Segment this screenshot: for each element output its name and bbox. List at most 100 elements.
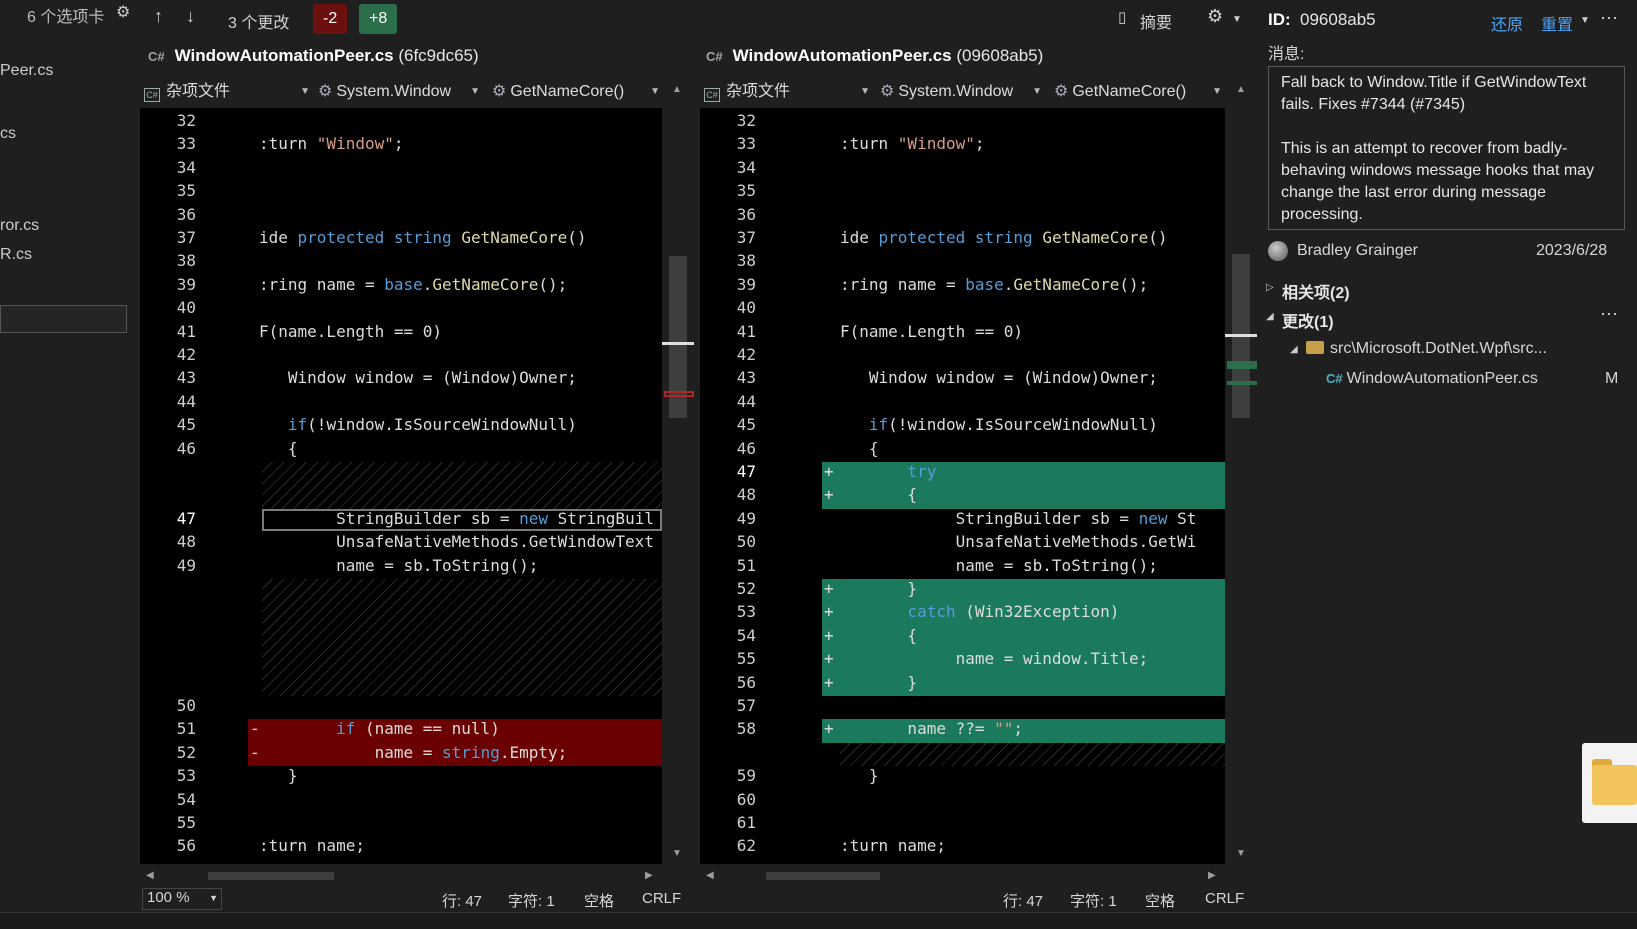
right-nav-type-dropdown[interactable]: ⚙ System.Window ▼ bbox=[880, 78, 1042, 106]
code-line[interactable]: :turn name; bbox=[840, 836, 946, 855]
code-line[interactable]: Window window = (Window)Owner; bbox=[840, 368, 1158, 387]
scroll-left-icon[interactable]: ◀ bbox=[146, 870, 154, 881]
code-line[interactable]: if(!window.IsSourceWindowNull) bbox=[840, 415, 1158, 434]
code-line[interactable]: if (name == null) bbox=[259, 719, 500, 738]
right-whitespace-indicator[interactable]: 空格 bbox=[1145, 890, 1175, 911]
changed-folder-item[interactable]: src\Microsoft.DotNet.Wpf\src... bbox=[1306, 340, 1547, 358]
scroll-up-icon[interactable]: ▲ bbox=[672, 84, 682, 95]
left-nav-type-dropdown[interactable]: ⚙ System.Window ▼ bbox=[318, 78, 480, 106]
changed-file-item[interactable]: C# WindowAutomationPeer.cs bbox=[1326, 370, 1538, 388]
code-line[interactable]: :ring name = base.GetNameCore(); bbox=[259, 275, 567, 294]
code-line[interactable]: :turn "Window"; bbox=[840, 134, 985, 153]
code-line[interactable]: UnsafeNativeMethods.GetWi bbox=[840, 532, 1197, 551]
line-number: 37 bbox=[176, 228, 196, 247]
arrow-down-icon[interactable]: ↓ bbox=[186, 6, 195, 27]
code-line[interactable]: StringBuilder sb = new StringBuil bbox=[259, 509, 654, 528]
code-line[interactable]: :turn name; bbox=[259, 836, 365, 855]
scroll-right-icon[interactable]: ▶ bbox=[1208, 870, 1216, 881]
tab-file-2[interactable]: cs bbox=[0, 125, 16, 143]
arrow-up-icon[interactable]: ↑ bbox=[154, 6, 163, 27]
code-line[interactable]: } bbox=[840, 579, 917, 598]
left-eol-indicator[interactable]: CRLF bbox=[642, 890, 681, 907]
code-line[interactable]: name ??= ""; bbox=[840, 719, 1023, 738]
line-number: 42 bbox=[736, 345, 756, 364]
right-nav-member-dropdown[interactable]: ⚙ GetNameCore() ▼ bbox=[1054, 78, 1222, 106]
left-char-indicator[interactable]: 字符: 1 bbox=[508, 890, 555, 911]
settings-gear-icon[interactable]: ⚙ bbox=[1207, 6, 1223, 27]
right-nav-project-dropdown[interactable]: C# 杂项文件 ▼ bbox=[704, 78, 870, 106]
zoom-dropdown[interactable]: 100 % ▼ bbox=[142, 888, 222, 910]
related-items-header[interactable]: 相关项(2) bbox=[1282, 279, 1350, 303]
left-horizontal-scrollbar[interactable]: ◀ ▶ bbox=[140, 866, 662, 886]
commit-message-box[interactable]: Fall back to Window.Title if GetWindowTe… bbox=[1268, 66, 1625, 230]
code-line[interactable]: ide protected string GetNameCore() bbox=[259, 228, 587, 247]
left-hscroll-thumb[interactable] bbox=[208, 872, 334, 880]
code-line[interactable]: F(name.Length == 0) bbox=[840, 322, 1023, 341]
code-line[interactable]: { bbox=[840, 485, 917, 504]
tabs-count-label[interactable]: 6 个选项卡 bbox=[27, 3, 104, 27]
scroll-up-icon[interactable]: ▲ bbox=[1236, 84, 1246, 95]
tab-file-4[interactable]: R.cs bbox=[0, 246, 32, 264]
code-line[interactable]: } bbox=[840, 673, 917, 692]
line-number: 52 bbox=[736, 579, 756, 598]
tab-file-1[interactable]: Peer.cs bbox=[0, 62, 53, 80]
line-number: 32 bbox=[176, 111, 196, 130]
right-line-indicator[interactable]: 行: 47 bbox=[1003, 890, 1043, 911]
left-nav-bar: C# 杂项文件 ▼ ⚙ System.Window ▼ ⚙ GetNameCore() ▼ bbox=[140, 78, 668, 106]
code-line[interactable]: name = sb.ToString(); bbox=[259, 556, 538, 575]
code-line[interactable]: { bbox=[840, 626, 917, 645]
reset-link[interactable]: 重置 bbox=[1541, 11, 1573, 35]
code-line[interactable]: } bbox=[840, 766, 879, 785]
line-number: 53 bbox=[176, 766, 196, 786]
changes-header[interactable]: 更改(1) bbox=[1282, 308, 1334, 332]
settings-dropdown-icon[interactable]: ▼ bbox=[1232, 14, 1242, 25]
code-line[interactable]: :ring name = base.GetNameCore(); bbox=[840, 275, 1148, 294]
right-eol-indicator[interactable]: CRLF bbox=[1205, 890, 1244, 907]
collapse-folder-icon[interactable]: ◢ bbox=[1290, 344, 1298, 355]
summary-button[interactable]: 摘要 bbox=[1140, 9, 1172, 33]
tab-filter-input[interactable] bbox=[0, 305, 127, 333]
tab-file-3[interactable]: ror.cs bbox=[0, 217, 39, 235]
revert-link[interactable]: 还原 bbox=[1491, 11, 1523, 35]
collapse-changes-icon[interactable]: ◢ bbox=[1266, 311, 1274, 322]
line-number: 34 bbox=[176, 157, 196, 177]
right-vertical-scrollbar[interactable]: ▲ ▼ bbox=[1225, 78, 1257, 864]
code-line[interactable]: catch (Win32Exception) bbox=[840, 602, 1119, 621]
scroll-down-icon[interactable]: ▼ bbox=[672, 848, 682, 859]
left-whitespace-indicator[interactable]: 空格 bbox=[584, 890, 614, 911]
code-line[interactable]: { bbox=[259, 439, 298, 458]
expand-related-icon[interactable]: ▷ bbox=[1266, 282, 1274, 293]
more-options-icon[interactable]: ··· bbox=[1600, 7, 1618, 28]
chevron-down-icon: ▼ bbox=[860, 86, 870, 97]
scroll-right-icon[interactable]: ▶ bbox=[645, 870, 653, 881]
right-horizontal-scrollbar[interactable]: ◀ ▶ bbox=[700, 866, 1225, 886]
code-line[interactable]: } bbox=[259, 766, 298, 785]
code-line[interactable]: Window window = (Window)Owner; bbox=[259, 368, 577, 387]
right-char-indicator[interactable]: 字符: 1 bbox=[1070, 890, 1117, 911]
scroll-left-icon[interactable]: ◀ bbox=[706, 870, 714, 881]
code-line[interactable]: :turn "Window"; bbox=[259, 134, 404, 153]
right-hscroll-thumb[interactable] bbox=[766, 872, 880, 880]
gear-icon[interactable]: ⚙ bbox=[116, 2, 130, 22]
message-label: 消息: bbox=[1268, 46, 1305, 63]
file-explorer-icon[interactable] bbox=[1582, 743, 1637, 823]
code-line[interactable]: name = window.Title; bbox=[840, 649, 1149, 668]
left-line-indicator[interactable]: 行: 47 bbox=[442, 890, 482, 911]
code-line[interactable]: F(name.Length == 0) bbox=[259, 322, 442, 341]
code-line[interactable]: { bbox=[840, 439, 879, 458]
left-nav-project-dropdown[interactable]: C# 杂项文件 ▼ bbox=[144, 78, 310, 106]
code-line[interactable]: UnsafeNativeMethods.GetWindowText bbox=[259, 532, 654, 551]
right-code-editor[interactable]: 32 33:turn "Window"; 34 35 36 37 ide protected… bbox=[700, 108, 1225, 864]
code-line[interactable]: name = sb.ToString(); bbox=[840, 556, 1158, 575]
left-vertical-scrollbar[interactable]: ▲ ▼ bbox=[662, 78, 694, 864]
changes-more-icon[interactable]: ··· bbox=[1600, 303, 1618, 324]
scroll-down-icon[interactable]: ▼ bbox=[1236, 848, 1246, 859]
reset-dropdown-icon[interactable]: ▼ bbox=[1580, 15, 1590, 26]
left-code-editor[interactable]: 32 33:turn "Window"; 34 35 36 37 ide protected… bbox=[140, 108, 662, 864]
code-line[interactable]: try bbox=[840, 462, 936, 481]
code-line[interactable]: if(!window.IsSourceWindowNull) bbox=[259, 415, 577, 434]
code-line[interactable]: StringBuilder sb = new St bbox=[840, 509, 1197, 528]
code-line[interactable]: name = string.Empty; bbox=[259, 743, 568, 762]
left-nav-member-dropdown[interactable]: ⚙ GetNameCore() ▼ bbox=[492, 78, 660, 106]
code-line[interactable]: ide protected string GetNameCore() bbox=[840, 228, 1168, 247]
